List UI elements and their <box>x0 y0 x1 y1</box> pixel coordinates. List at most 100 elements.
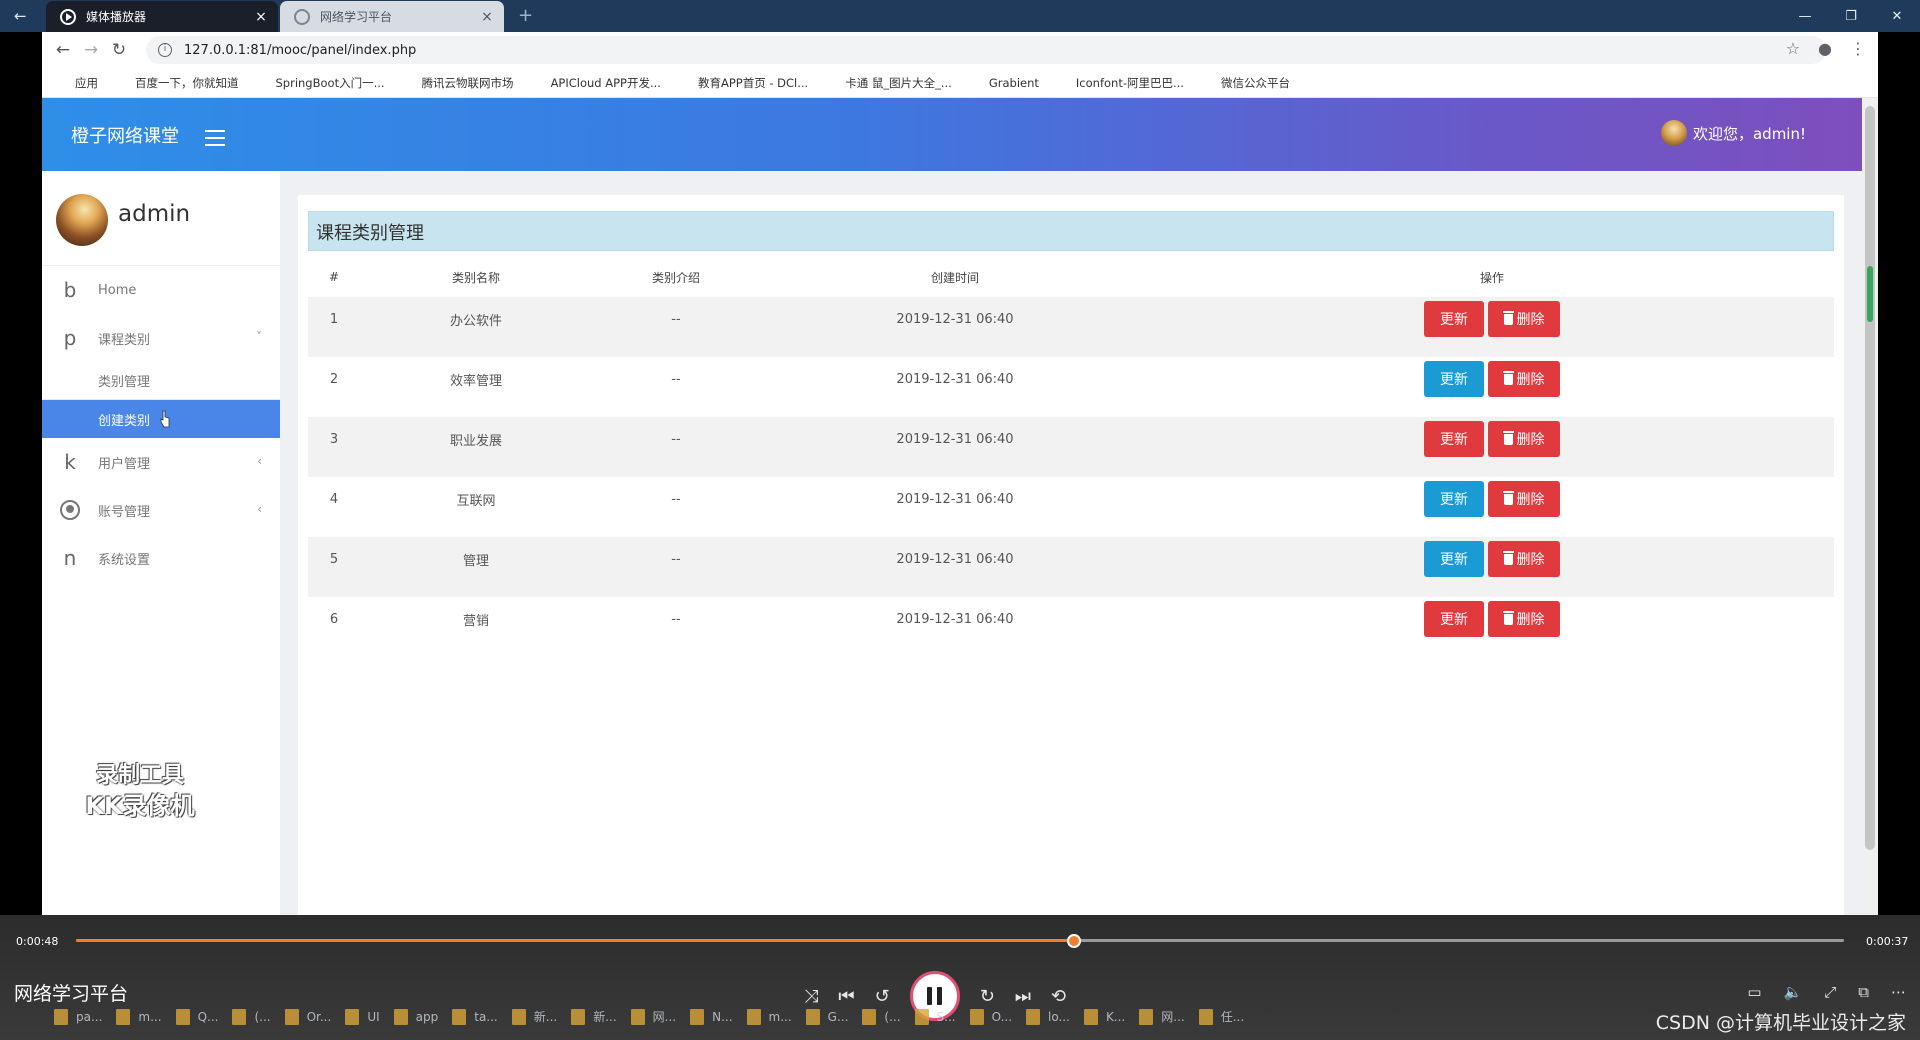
bookmark-apps[interactable]: 应用 <box>56 75 98 91</box>
reload-icon[interactable]: ↻ <box>108 39 130 61</box>
taskbar-item[interactable]: UI <box>345 1008 380 1025</box>
sidebar-item-label: 用户管理 <box>98 456 151 472</box>
delete-button[interactable]: 删除 <box>1488 481 1560 517</box>
sidebar-item-course-category[interactable]: p 课程类别 ˅ <box>42 314 280 362</box>
seek-handle[interactable] <box>1067 934 1082 948</box>
close-window-icon[interactable]: ✕ <box>1874 0 1920 32</box>
taskbar-item[interactable]: (... <box>862 1008 901 1025</box>
bookmark-iconfont[interactable]: Iconfont-阿里巴巴... <box>1057 75 1184 91</box>
taskbar-item[interactable]: m... <box>116 1008 162 1025</box>
sidebar-item-home[interactable]: b Home <box>42 266 280 314</box>
taskbar-item[interactable]: m... <box>746 1008 792 1025</box>
window-controls: — ❐ ✕ <box>1782 0 1920 32</box>
back-arrow-icon[interactable]: ← <box>14 7 32 25</box>
fullscreen-icon[interactable]: ⤢ <box>1824 983 1836 1001</box>
forward-icon[interactable]: → <box>80 39 102 61</box>
sidebar-item-system-settings[interactable]: n 系统设置 <box>42 534 280 582</box>
update-button[interactable]: 更新 <box>1424 541 1484 577</box>
tab-learning-platform[interactable]: 网络学习平台 × <box>280 1 504 32</box>
brand-title[interactable]: 橙子网络课堂 <box>71 122 179 148</box>
app-icon <box>345 1008 360 1025</box>
sidebar-item-user-management[interactable]: k 用户管理 ‹ <box>42 438 280 486</box>
update-button[interactable]: 更新 <box>1424 481 1484 517</box>
star-icon[interactable]: ☆ <box>1786 39 1800 58</box>
minimize-icon[interactable]: — <box>1782 0 1828 32</box>
taskbar-item[interactable]: lo... <box>1026 1008 1070 1025</box>
mini-player-icon[interactable]: ⧉ <box>1858 983 1869 1001</box>
taskbar-item[interactable]: 任... <box>1198 1008 1244 1025</box>
taskbar-item[interactable]: (... <box>232 1008 271 1025</box>
hamburger-icon[interactable] <box>205 130 225 146</box>
taskbar-item[interactable]: 网... <box>630 1008 676 1025</box>
category-icon: p <box>63 326 77 350</box>
taskbar-item[interactable]: pa... <box>54 1008 102 1025</box>
profile-icon[interactable]: ● <box>1818 39 1832 58</box>
update-button[interactable]: 更新 <box>1424 361 1484 397</box>
sidebar-subitem-create-category[interactable]: 创建类别 <box>42 400 280 438</box>
bookmark-edu-app[interactable]: 教育APP首页 - DCl... <box>679 75 808 91</box>
update-button[interactable]: 更新 <box>1424 601 1484 637</box>
more-options-icon[interactable]: ⋯ <box>1891 983 1906 1001</box>
bookmark-apicloud[interactable]: APICloud APP开发... <box>532 75 661 91</box>
table-row: 1 办公软件 -- 2019-12-31 06:40 更新 删除 <box>308 297 1834 357</box>
bookmark-grabient[interactable]: Grabient <box>970 76 1039 90</box>
taskbar-item[interactable]: 新... <box>571 1008 617 1025</box>
taskbar-item[interactable]: K... <box>1083 1008 1125 1025</box>
taskbar-item[interactable]: N... <box>690 1008 733 1025</box>
taskbar-item[interactable]: 新... <box>511 1008 558 1025</box>
delete-button[interactable]: 删除 <box>1488 301 1560 337</box>
sidebar-subitem-category-manage[interactable]: 类别管理 <box>42 362 280 400</box>
app-icon <box>1139 1008 1154 1025</box>
taskbar-item[interactable]: S... <box>914 1008 956 1025</box>
chevron-down-icon: ˅ <box>256 330 262 344</box>
delete-label: 删除 <box>1516 492 1545 508</box>
remaining-time: 0:00:37 <box>1866 935 1909 948</box>
scrollbar-thumb[interactable] <box>1865 106 1875 850</box>
taskbar-item[interactable]: Or... <box>284 1008 331 1025</box>
new-tab-icon[interactable]: + <box>518 5 533 26</box>
delete-button[interactable]: 删除 <box>1488 421 1560 457</box>
restore-icon[interactable]: ❐ <box>1828 0 1874 32</box>
taskbar-item[interactable]: G... <box>805 1008 848 1025</box>
cell-created-time: 2019-12-31 06:40 <box>896 611 1014 627</box>
cell-actions: 更新 删除 <box>1150 421 1834 457</box>
settings-icon: n <box>63 546 77 570</box>
update-button[interactable]: 更新 <box>1424 421 1484 457</box>
profile-name: admin <box>118 201 191 227</box>
tab-media-player[interactable]: 媒体播放器 × <box>46 1 278 32</box>
bookmark-baidu[interactable]: 百度一下，你就知道 <box>116 75 239 91</box>
url-field[interactable]: i 127.0.0.1:81/mooc/panel/index.php <box>146 36 1826 64</box>
back-icon[interactable]: ← <box>52 39 74 61</box>
info-icon[interactable]: i <box>158 43 172 57</box>
bookmark-tencent-iot[interactable]: 腾讯云物联网市场 <box>403 75 514 91</box>
taskbar-item-label: 新... <box>533 1010 558 1024</box>
taskbar-item[interactable]: O... <box>969 1008 1012 1025</box>
app-icon <box>54 1008 68 1025</box>
cell-intro: -- <box>671 311 681 327</box>
close-icon[interactable]: × <box>476 9 498 25</box>
taskbar-item-label: 新... <box>593 1010 617 1024</box>
more-icon[interactable]: ⋮ <box>1850 39 1866 58</box>
volume-icon[interactable]: 🔈 <box>1784 983 1803 1001</box>
sidebar-item-account-management[interactable]: 账号管理 ‹ <box>42 486 280 534</box>
page-scrollbar[interactable] <box>1862 98 1878 915</box>
close-icon[interactable]: × <box>250 9 272 25</box>
seek-bar[interactable] <box>76 931 1844 951</box>
bookmark-springboot[interactable]: SpringBoot入门一... <box>257 75 385 91</box>
app-icon <box>511 1008 526 1025</box>
bookmark-wechat[interactable]: 微信公众平台 <box>1202 75 1290 91</box>
table-row: 2 效率管理 -- 2019-12-31 06:40 更新 删除 <box>308 357 1834 417</box>
users-icon: k <box>64 450 76 474</box>
delete-button[interactable]: 删除 <box>1488 361 1560 397</box>
app-icon <box>862 1008 877 1025</box>
delete-button[interactable]: 删除 <box>1488 541 1560 577</box>
taskbar-item[interactable]: app <box>393 1008 438 1025</box>
update-button[interactable]: 更新 <box>1424 301 1484 337</box>
delete-button[interactable]: 删除 <box>1488 601 1560 637</box>
welcome-user[interactable]: 欢迎您，admin! <box>1660 120 1806 146</box>
taskbar-item[interactable]: ta... <box>452 1008 498 1025</box>
captions-icon[interactable]: ▭ <box>1747 983 1761 1001</box>
bookmark-cartoon[interactable]: 卡通 鼠_图片大全_... <box>826 75 952 91</box>
taskbar-item[interactable]: 网... <box>1139 1008 1185 1025</box>
taskbar-item[interactable]: Q... <box>175 1008 218 1025</box>
